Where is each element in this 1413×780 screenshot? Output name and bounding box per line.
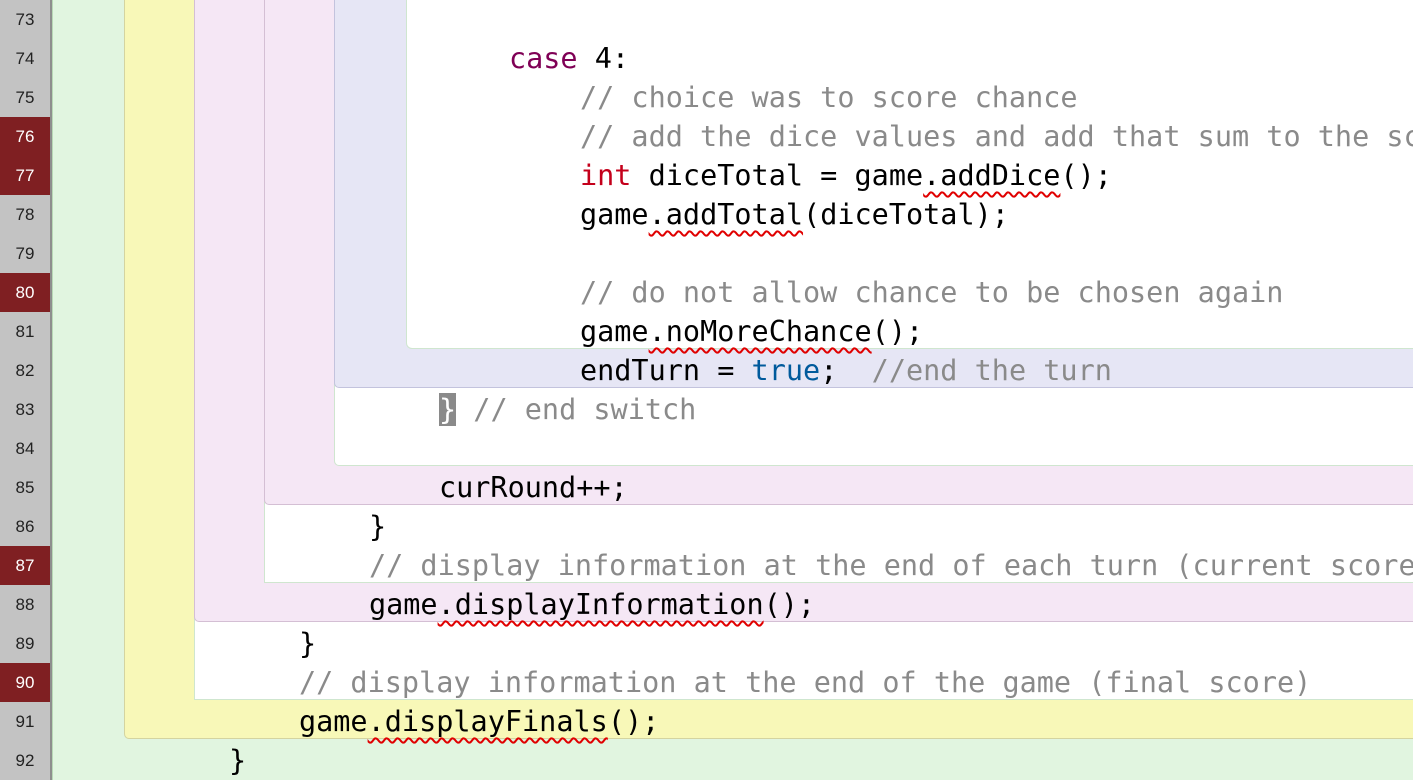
line-number-84[interactable]: 84 — [0, 429, 50, 468]
comment: //end the turn — [871, 354, 1112, 387]
code-editor: 73 74 75 76 77 78 79 80 81 82 83 84 85 8… — [0, 0, 1413, 780]
line-number-79[interactable]: 79 — [0, 234, 50, 273]
breakpoint-line-87[interactable]: 87 — [0, 546, 50, 585]
code-text: ; — [820, 354, 872, 387]
line-number-gutter[interactable]: 73 74 75 76 77 78 79 80 81 82 83 84 85 8… — [0, 0, 52, 780]
code-line-73[interactable]: case 4: — [406, 0, 629, 75]
code-line-91[interactable]: } — [126, 702, 246, 777]
code-line-88[interactable]: } — [196, 585, 316, 660]
error-underlined-method[interactable]: .displayInformation — [438, 588, 764, 621]
matching-brace-highlight: } — [438, 393, 457, 426]
closing-brace: } — [228, 744, 247, 777]
code-line-86[interactable]: // display information at the end of eac… — [266, 507, 1413, 582]
literal-true: true — [751, 354, 821, 387]
comment: // end switch — [456, 393, 697, 426]
code-text: game — [298, 705, 368, 738]
code-text: curRound++; — [438, 471, 628, 504]
code-line-84[interactable]: curRound++; — [336, 429, 628, 504]
error-underlined-method[interactable]: .displayFinals — [368, 705, 608, 738]
code-line-74[interactable]: // choice was to score chance — [477, 39, 1078, 114]
line-number-88[interactable]: 88 — [0, 585, 50, 624]
code-line-76[interactable]: int diceTotal = game.addDice(); — [477, 117, 1112, 192]
line-number-89[interactable]: 89 — [0, 624, 50, 663]
breakpoint-line-80[interactable]: 80 — [0, 273, 50, 312]
line-number-75[interactable]: 75 — [0, 78, 50, 117]
code-line-89[interactable]: // display information at the end of the… — [196, 624, 1311, 699]
line-number-92[interactable]: 92 — [0, 741, 50, 780]
code-line-90[interactable]: game.displayFinals(); — [196, 663, 659, 738]
breakpoint-line-76[interactable]: 76 — [0, 117, 50, 156]
line-number-78[interactable]: 78 — [0, 195, 50, 234]
code-text: (); — [763, 588, 816, 621]
code-text: game — [579, 198, 649, 231]
line-number-86[interactable]: 86 — [0, 507, 50, 546]
code-line-92[interactable]: } — [56, 741, 176, 780]
breakpoint-line-77[interactable]: 77 — [0, 156, 50, 195]
code-line-77[interactable]: game.addTotal(diceTotal); — [477, 156, 1009, 231]
code-line-80[interactable]: game.noMoreChance(); — [477, 273, 923, 348]
code-text: (); — [607, 705, 660, 738]
code-text: (); — [1060, 159, 1112, 192]
line-number-74[interactable]: 74 — [0, 39, 50, 78]
code-line-82[interactable]: } // end switch — [336, 351, 696, 426]
code-text: (diceTotal); — [803, 198, 1009, 231]
code-line-85[interactable]: } — [266, 468, 386, 543]
line-number-82[interactable]: 82 — [0, 351, 50, 390]
line-number-81[interactable]: 81 — [0, 312, 50, 351]
code-line-79[interactable]: // do not allow chance to be chosen agai… — [477, 234, 1284, 309]
line-number-85[interactable]: 85 — [0, 468, 50, 507]
line-number-91[interactable]: 91 — [0, 702, 50, 741]
code-line-75[interactable]: // add the dice values and add that sum … — [477, 78, 1413, 153]
line-number-83[interactable]: 83 — [0, 390, 50, 429]
line-number-73[interactable]: 73 — [0, 0, 50, 39]
code-line-87[interactable]: game.displayInformation(); — [266, 546, 815, 621]
code-text-area[interactable]: case 4: // choice was to score chance //… — [52, 0, 1413, 780]
breakpoint-line-90[interactable]: 90 — [0, 663, 50, 702]
error-underlined-method[interactable]: .addTotal — [649, 198, 803, 231]
code-line-81[interactable]: endTurn = true; //end the turn — [477, 312, 1112, 387]
code-text: game — [368, 588, 438, 621]
